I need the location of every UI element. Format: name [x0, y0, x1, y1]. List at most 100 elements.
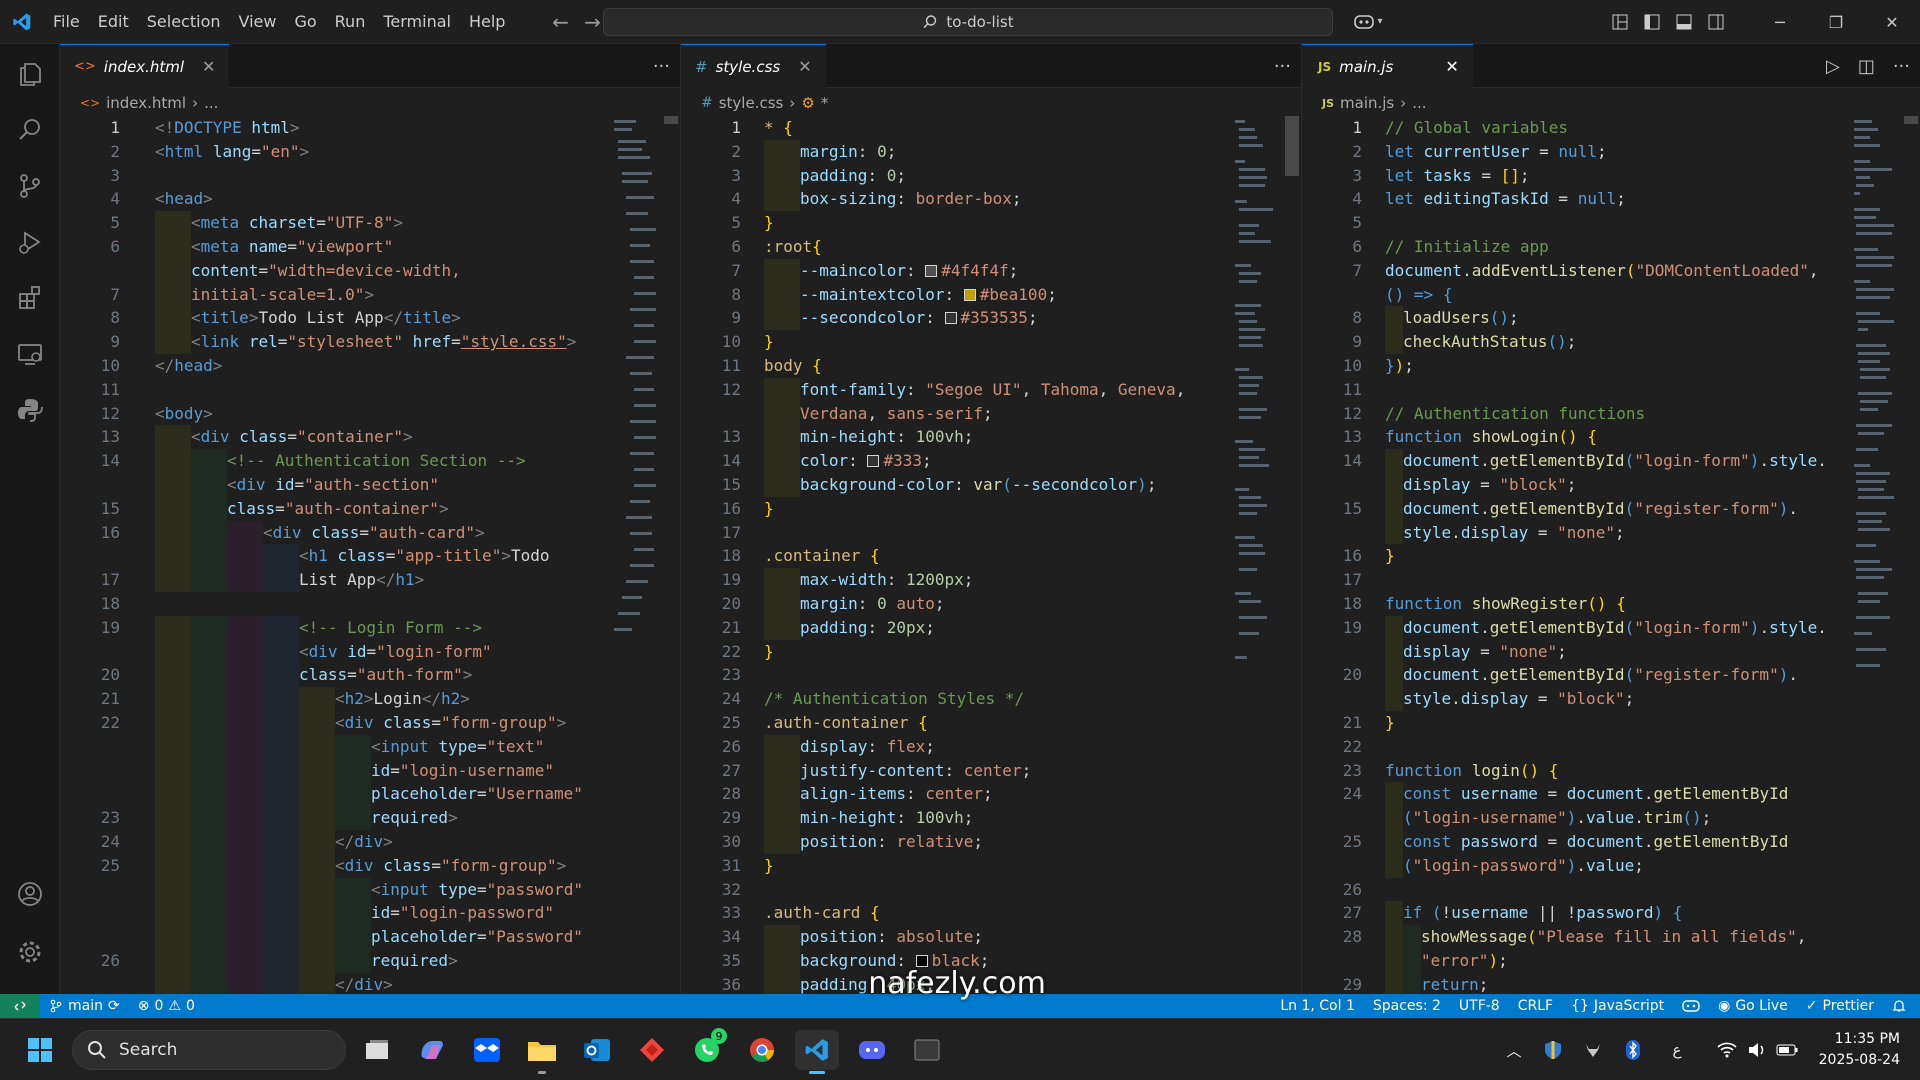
minimap[interactable]	[1852, 116, 1896, 676]
code-editor[interactable]: 1234567 8 9 10 11 12 13 14 15 16 17 18 19 20 21 22…	[1302, 116, 1920, 994]
menu-run[interactable]: Run	[326, 12, 375, 31]
close-tab-icon[interactable]: ✕	[202, 57, 215, 76]
menu-go[interactable]: Go	[285, 12, 325, 31]
minimap[interactable]	[612, 116, 656, 676]
breadcrumb-symbol[interactable]: ...	[204, 94, 218, 112]
close-tab-icon[interactable]: ✕	[798, 57, 811, 76]
input-language-indicator[interactable]: ع	[1662, 1019, 1692, 1080]
terminal-icon[interactable]	[905, 1030, 949, 1070]
line-number: 15	[100, 498, 120, 518]
breadcrumb-file[interactable]: style.css	[719, 94, 784, 112]
code-line: <div id="auth-section"	[155, 472, 583, 497]
wifi-icon[interactable]	[1712, 1019, 1742, 1080]
line-number: 17	[100, 570, 120, 590]
language-mode[interactable]: {} JavaScript	[1562, 998, 1673, 1014]
menu-view[interactable]: View	[230, 12, 286, 31]
end-of-line[interactable]: CRLF	[1509, 998, 1562, 1014]
close-window-icon[interactable]: ✕	[1864, 0, 1920, 44]
copilot-icon[interactable]: ▾	[1348, 0, 1388, 44]
code-line: ("login-username").value.trim();	[1385, 806, 1827, 830]
cursor-position[interactable]: Ln 1, Col 1	[1271, 998, 1364, 1014]
breadcrumb-symbol[interactable]: ...	[1412, 94, 1426, 112]
menu-file[interactable]: File	[44, 12, 89, 31]
breadcrumb-symbol[interactable]: *	[821, 94, 829, 112]
menu-selection[interactable]: Selection	[138, 12, 230, 31]
line-number: 32	[721, 879, 741, 899]
menu-help[interactable]: Help	[460, 12, 514, 31]
discord-icon[interactable]	[850, 1030, 894, 1070]
explorer-icon[interactable]	[0, 46, 60, 102]
color-swatch[interactable]	[963, 288, 976, 301]
vscode-taskbar-icon[interactable]	[795, 1030, 839, 1074]
security-shield-icon[interactable]	[1538, 1019, 1568, 1080]
color-swatch[interactable]	[867, 455, 880, 468]
windows-start-icon[interactable]	[18, 1030, 62, 1070]
breadcrumb-file[interactable]: index.html	[106, 94, 186, 112]
close-tab-icon[interactable]: ✕	[1445, 57, 1458, 76]
color-swatch[interactable]	[925, 264, 938, 277]
bluetooth-icon[interactable]	[1618, 1019, 1648, 1080]
scrollbar-thumb[interactable]	[1285, 116, 1299, 176]
code-editor[interactable]: 123456 7 8 9 10 11 12 13 14 15 16 17 18 19 20 21 22 …	[60, 116, 680, 994]
copilot-status-icon[interactable]	[1673, 999, 1709, 1013]
code-editor[interactable]: 1 2 3 4 5 6 7 8 9 10 11 12 13 14 15 16 17 18 19 20 21 22 23 24…	[681, 116, 1301, 994]
tab-main-js[interactable]: JS main.js ✕	[1302, 44, 1473, 88]
minimap[interactable]	[1233, 116, 1277, 676]
toggle-secondary-sidebar-icon[interactable]	[1700, 0, 1732, 44]
menu-terminal[interactable]: Terminal	[374, 12, 460, 31]
gitlab-icon[interactable]	[1578, 1019, 1608, 1080]
encoding[interactable]: UTF-8	[1450, 998, 1509, 1014]
system-clock[interactable]: 11:35 PM 2025-08-24	[1819, 1029, 1900, 1071]
anydesk-icon[interactable]	[630, 1030, 674, 1070]
remote-explorer-icon[interactable]	[0, 326, 60, 382]
back-arrow-icon[interactable]: ←	[544, 10, 576, 34]
python-icon[interactable]	[0, 382, 60, 438]
outlook-icon[interactable]	[575, 1030, 619, 1070]
menu-edit[interactable]: Edit	[89, 12, 138, 31]
prettier-status[interactable]: ✓ Prettier	[1797, 998, 1883, 1014]
problems-indicator[interactable]: ⊗ 0 ⚠ 0	[129, 998, 204, 1014]
line-number: 12	[721, 379, 741, 399]
editor-group-html: <> index.html ✕ ··· <> index.html › ... …	[60, 44, 680, 994]
minimize-icon[interactable]: ─	[1752, 0, 1808, 44]
more-actions-icon[interactable]: ···	[1274, 56, 1291, 77]
scrollbar[interactable]	[1904, 116, 1918, 124]
search-icon[interactable]	[0, 102, 60, 158]
task-view-icon[interactable]	[355, 1030, 399, 1070]
toggle-panel-icon[interactable]	[1668, 0, 1700, 44]
extensions-icon[interactable]	[0, 270, 60, 326]
taskbar-search-box[interactable]: Search	[72, 1030, 346, 1070]
copilot-app-icon[interactable]	[410, 1030, 454, 1070]
volume-icon[interactable]	[1742, 1019, 1772, 1080]
tab-style-css[interactable]: # style.css ✕	[681, 44, 826, 88]
whatsapp-icon[interactable]: 9	[685, 1028, 729, 1070]
accounts-icon[interactable]	[0, 866, 60, 922]
toggle-primary-sidebar-icon[interactable]	[1636, 0, 1668, 44]
file-explorer-icon[interactable]	[520, 1030, 564, 1074]
show-hidden-icons-chevron-icon[interactable]: ︿	[1500, 1019, 1528, 1080]
customize-layout-icon[interactable]	[1604, 0, 1636, 44]
split-editor-icon[interactable]: ◫	[1858, 56, 1875, 77]
notifications-bell-icon[interactable]	[1883, 999, 1920, 1013]
remote-indicator-icon[interactable]	[0, 994, 40, 1018]
branch-indicator[interactable]: main ⟳	[40, 998, 129, 1014]
more-actions-icon[interactable]: ···	[653, 56, 670, 77]
tab-index-html[interactable]: <> index.html ✕	[60, 44, 230, 88]
command-center-search[interactable]: to-do-list	[603, 8, 1333, 36]
breadcrumb-file[interactable]: main.js	[1340, 94, 1394, 112]
dropbox-icon[interactable]	[465, 1030, 509, 1070]
chrome-icon[interactable]	[740, 1030, 784, 1070]
more-actions-icon[interactable]: ···	[1893, 56, 1910, 77]
scrollbar[interactable]	[664, 116, 678, 124]
restore-icon[interactable]: ❐	[1808, 0, 1864, 44]
battery-icon[interactable]	[1772, 1019, 1802, 1080]
run-icon[interactable]: ▷	[1826, 56, 1840, 77]
color-swatch[interactable]	[944, 312, 957, 325]
run-debug-icon[interactable]	[0, 214, 60, 270]
indentation[interactable]: Spaces: 2	[1364, 998, 1450, 1014]
settings-gear-icon[interactable]	[0, 924, 60, 980]
go-live-button[interactable]: ◉ Go Live	[1709, 998, 1797, 1014]
source-control-icon[interactable]	[0, 158, 60, 214]
sync-icon[interactable]: ⟳	[108, 998, 120, 1014]
